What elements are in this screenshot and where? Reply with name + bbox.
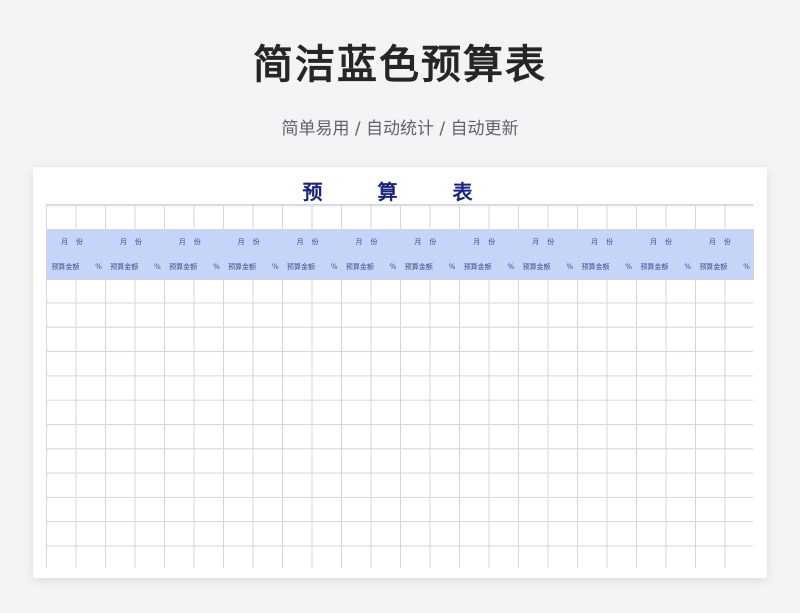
month-header-cell: 月份 xyxy=(458,229,519,255)
page-title: 简洁蓝色预算表 xyxy=(253,42,547,88)
budget-amount-header: 预算金额 xyxy=(340,254,380,280)
percent-header: % xyxy=(672,254,695,280)
budget-amount-header: 预算金额 xyxy=(517,254,556,280)
budget-amount-header: 预算金额 xyxy=(163,254,203,280)
budget-amount-header: 预算金额 xyxy=(635,254,674,280)
month-header-cell: 月份 xyxy=(399,229,460,255)
month-header-cell: 月份 xyxy=(693,229,754,255)
month-header-cell: 月份 xyxy=(576,229,637,255)
budget-amount-header: 预算金额 xyxy=(693,254,733,280)
month-header-cell: 月份 xyxy=(281,229,342,255)
month-header-cell: 月份 xyxy=(222,229,283,255)
spreadsheet-preview: 预 算 表 月份 月份 月份 月份 月份 月份 月份 月份 月份 月份 月份 月份 预算金额% 预算金额… xyxy=(33,167,767,578)
month-header-cell: 月份 xyxy=(163,229,224,255)
percent-header: % xyxy=(83,254,106,280)
budget-amount-header: 预算金额 xyxy=(104,254,144,280)
percent-header: % xyxy=(260,254,283,280)
month-header-cell: 月份 xyxy=(104,229,165,255)
percent-header: % xyxy=(613,254,637,280)
percent-header: % xyxy=(554,254,578,280)
percent-header: % xyxy=(378,254,401,280)
percent-header: % xyxy=(319,254,342,280)
budget-amount-header: 预算金额 xyxy=(281,254,321,280)
budget-table: 月份 月份 月份 月份 月份 月份 月份 月份 月份 月份 月份 月份 预算金额% 预算金额% 预算金额%… xyxy=(46,229,754,280)
budget-amount-header: 预算金额 xyxy=(46,254,85,280)
month-header-cell: 月份 xyxy=(340,229,401,255)
month-header-cell: 月份 xyxy=(46,229,106,255)
budget-amount-header: 预算金额 xyxy=(399,254,439,280)
percent-header: % xyxy=(201,254,224,280)
budget-amount-header: 预算金额 xyxy=(576,254,615,280)
percent-header: % xyxy=(496,254,519,280)
budget-amount-header: 预算金额 xyxy=(458,254,498,280)
percent-header: % xyxy=(731,254,754,280)
sheet-title: 预 算 表 xyxy=(46,180,753,205)
month-header-cell: 月份 xyxy=(635,229,695,255)
column-header-row: 预算金额% 预算金额% 预算金额% 预算金额% 预算金额% 预算金额% 预算金额% 预算金额%… xyxy=(46,254,754,280)
percent-header: % xyxy=(142,254,165,280)
month-header-row: 月份 月份 月份 月份 月份 月份 月份 月份 月份 月份 月份 月份 xyxy=(46,229,754,255)
budget-amount-header: 预算金额 xyxy=(222,254,262,280)
percent-header: % xyxy=(437,254,460,280)
page-subtitle: 简单易用 / 自动统计 / 自动更新 xyxy=(281,119,519,139)
month-header-cell: 月份 xyxy=(517,229,578,255)
